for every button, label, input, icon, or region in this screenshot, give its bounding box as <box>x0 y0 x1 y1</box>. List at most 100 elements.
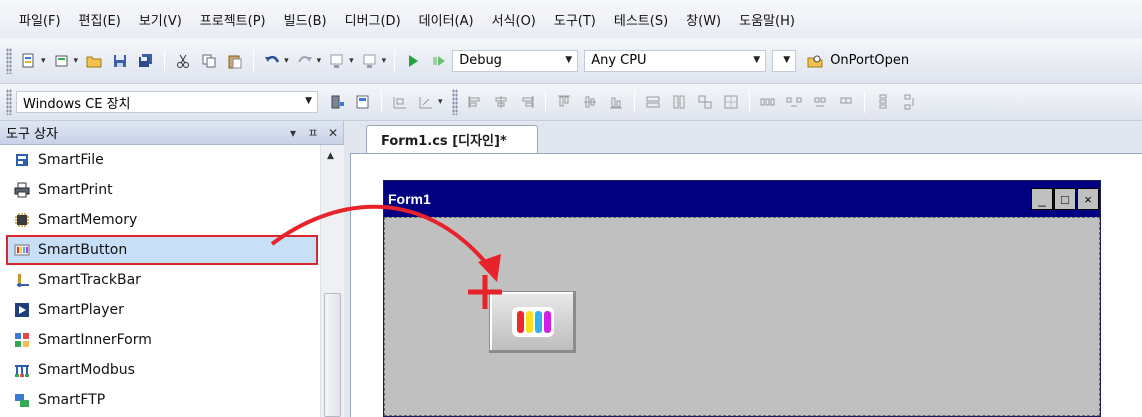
vertical-spacing-equal-icon[interactable] <box>872 91 894 113</box>
start-without-debugging-icon[interactable] <box>428 50 450 72</box>
align-tops-icon[interactable] <box>553 91 575 113</box>
align-rights-icon[interactable] <box>516 91 538 113</box>
align-to-grid-icon[interactable] <box>389 91 411 113</box>
toolbar-separator <box>164 49 166 72</box>
platform-select[interactable]: Any CPU ▼ <box>584 49 767 72</box>
make-same-height-icon[interactable] <box>668 91 690 113</box>
redo-dropdown-icon[interactable]: ▾ <box>317 56 322 66</box>
save-icon[interactable] <box>109 50 131 72</box>
target-device-select[interactable]: Windows CE 장치 ▼ <box>16 91 318 113</box>
toolbox-item-smartmodbus[interactable]: SmartModbus <box>0 355 320 385</box>
align-bottoms-icon[interactable] <box>605 91 627 113</box>
cut-icon[interactable] <box>172 50 194 72</box>
toolbox-item-smartmemory[interactable]: SmartMemory <box>0 205 320 235</box>
find-dropdown-button[interactable]: ▼ <box>772 49 797 72</box>
chevron-down-icon: ▼ <box>565 54 573 65</box>
copy-icon[interactable] <box>198 50 220 72</box>
add-item-dropdown-icon[interactable]: ▾ <box>74 56 79 66</box>
pin-icon[interactable]: ㅍ <box>303 124 323 141</box>
increase-vertical-spacing-icon[interactable] <box>898 91 920 113</box>
maximize-button[interactable]: □ <box>1054 188 1076 210</box>
remove-horizontal-spacing-icon[interactable] <box>835 91 857 113</box>
menu-help[interactable]: 도움말(H) <box>730 10 804 29</box>
toolbar-separator <box>544 91 546 113</box>
make-same-width-icon[interactable] <box>642 91 664 113</box>
toolbar-overflow-icon[interactable]: ▾ <box>438 97 443 107</box>
align-middles-icon[interactable] <box>579 91 601 113</box>
platform-value: Any CPU <box>591 53 647 68</box>
toolbar-separator <box>748 91 750 113</box>
smartbutton-control[interactable] <box>489 291 576 353</box>
tab-form1-design[interactable]: Form1.cs [디자인]* <box>366 125 538 153</box>
menu-format[interactable]: 서식(O) <box>483 10 545 29</box>
navigate-backward-icon[interactable] <box>326 50 348 72</box>
toolbar-separator <box>381 91 382 113</box>
toolbox-item-label: SmartFile <box>38 152 104 168</box>
menu-tools[interactable]: 도구(T) <box>545 10 605 29</box>
device-options-icon[interactable] <box>326 91 348 113</box>
toolbox-item-label: SmartModbus <box>38 362 135 378</box>
increase-horizontal-spacing-icon[interactable] <box>783 91 805 113</box>
menu-test[interactable]: 테스트(S) <box>605 10 677 29</box>
close-icon[interactable]: ✕ <box>323 126 343 140</box>
toolbox-item-smartftp[interactable]: SmartFTP <box>0 385 320 415</box>
toolbox-item-label: SmartFTP <box>38 392 106 408</box>
configuration-value: Debug <box>459 53 502 68</box>
chevron-down-icon: ▼ <box>753 54 761 65</box>
toolbox-item-smartfile[interactable]: SmartFile <box>0 145 320 175</box>
configuration-select[interactable]: Debug ▼ <box>452 49 579 72</box>
form1-title: Form1 <box>388 191 431 207</box>
menu-edit[interactable]: 편집(E) <box>70 10 130 29</box>
redo-icon[interactable] <box>294 50 316 72</box>
minimize-button[interactable]: _ <box>1031 188 1053 210</box>
toolbox-scrollbar[interactable]: ▲ <box>320 145 344 417</box>
find-combo-text[interactable]: OnPortOpen <box>830 53 909 68</box>
horizontal-spacing-equal-icon[interactable] <box>757 91 779 113</box>
toolbar-grip[interactable] <box>451 89 458 115</box>
menu-window[interactable]: 창(W) <box>677 10 730 29</box>
menu-project[interactable]: 프로젝트(P) <box>191 10 275 29</box>
undo-dropdown-icon[interactable]: ▾ <box>284 56 289 66</box>
new-project-dropdown-icon[interactable]: ▾ <box>41 56 46 66</box>
chevron-down-icon[interactable]: ▾ <box>283 126 303 140</box>
play-icon <box>14 302 38 318</box>
align-lefts-icon[interactable] <box>464 91 486 113</box>
find-in-files-icon[interactable] <box>804 50 826 72</box>
menu-debug[interactable]: 디버그(D) <box>336 10 410 29</box>
align-centers-icon[interactable] <box>490 91 512 113</box>
menu-file[interactable]: 파일(F) <box>10 10 70 29</box>
toolbox-item-smartplayer[interactable]: SmartPlayer <box>0 295 320 325</box>
navigate-forward-icon[interactable] <box>359 50 381 72</box>
size-to-grid-icon[interactable] <box>720 91 742 113</box>
menu-view[interactable]: 보기(V) <box>130 10 191 29</box>
open-folder-icon[interactable] <box>83 50 105 72</box>
connect-device-icon[interactable] <box>352 91 374 113</box>
toolbox-item-label: SmartPlayer <box>38 302 124 318</box>
make-same-size-icon[interactable] <box>694 91 716 113</box>
toolbar-grip[interactable] <box>6 89 12 115</box>
form1-title-bar[interactable]: Form1 _ □ × <box>384 181 1100 217</box>
toolbox-item-smartinnerform[interactable]: SmartInnerForm <box>0 325 320 355</box>
toolbar-separator <box>633 91 635 113</box>
new-project-icon[interactable] <box>18 50 40 72</box>
decrease-horizontal-spacing-icon[interactable] <box>809 91 831 113</box>
navigate-backward-dropdown-icon[interactable]: ▾ <box>349 56 354 66</box>
scroll-up-icon[interactable]: ▲ <box>327 151 334 161</box>
toolbar-grip[interactable] <box>6 47 12 74</box>
scrollbar-thumb[interactable] <box>324 293 341 417</box>
toolbox-title: 도구 상자 <box>6 127 58 142</box>
menu-build[interactable]: 빌드(B) <box>275 10 336 29</box>
toolbox-item-smartbutton[interactable]: SmartButton <box>6 235 318 265</box>
snap-icon[interactable] <box>415 91 437 113</box>
navigate-forward-dropdown-icon[interactable]: ▾ <box>382 56 387 66</box>
toolbox-item-smarttrackbar[interactable]: SmartTrackBar <box>0 265 320 295</box>
ftp-icon <box>14 392 38 408</box>
start-debugging-icon[interactable] <box>402 50 424 72</box>
undo-icon[interactable] <box>261 50 283 72</box>
menu-data[interactable]: 데이터(A) <box>410 10 483 29</box>
add-item-icon[interactable] <box>51 50 73 72</box>
close-button[interactable]: × <box>1077 188 1099 210</box>
paste-icon[interactable] <box>224 50 246 72</box>
toolbox-item-smartprint[interactable]: SmartPrint <box>0 175 320 205</box>
save-all-icon[interactable] <box>135 50 157 72</box>
